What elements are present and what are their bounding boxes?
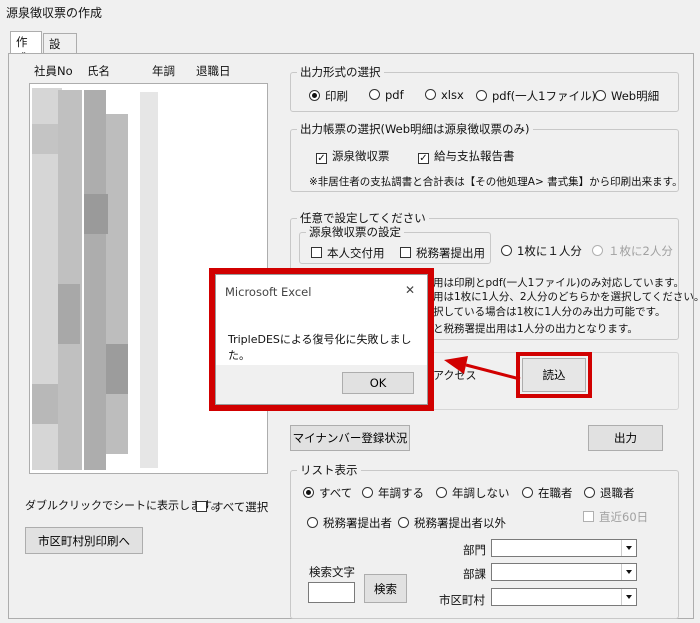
one-per-sheet-radio[interactable]: 1枚に１人分 bbox=[501, 243, 582, 259]
radio-dot bbox=[436, 487, 447, 498]
optional-note-4: と税務署提出用は1人分の出力となります。 bbox=[433, 323, 638, 335]
header-employee-no: 社員No bbox=[34, 64, 73, 78]
chevron-down-icon[interactable] bbox=[621, 564, 636, 580]
error-dialog: Microsoft Excel ✕ TripleDESによる復号化に失敗しました… bbox=[215, 274, 428, 405]
header-year-end: 年調 bbox=[152, 64, 175, 78]
select-all-label: すべて選択 bbox=[212, 500, 269, 514]
city-print-button[interactable]: 市区町村別印刷へ bbox=[25, 527, 143, 554]
header-name: 氏名 bbox=[87, 64, 110, 78]
section-label: 部課 bbox=[463, 567, 486, 581]
tab-create[interactable]: 作成 bbox=[10, 31, 42, 65]
radio-dot bbox=[309, 90, 320, 101]
tax-office-checkbox[interactable]: 税務署提出用 bbox=[400, 245, 485, 261]
close-icon[interactable]: ✕ bbox=[405, 283, 415, 297]
format-label: pdf(一人1ファイル) bbox=[492, 89, 596, 103]
filter-tax-submitter-radio[interactable]: 税務署提出者 bbox=[307, 515, 392, 531]
dialog-message: TripleDESによる復号化に失敗しました。 bbox=[228, 333, 412, 362]
filter-no-nencho-radio[interactable]: 年調しない bbox=[436, 485, 510, 501]
optional-note-2: 用は1枚に1人分、2人分のどちらかを選択してください。 bbox=[433, 291, 700, 303]
checkbox-box bbox=[583, 511, 594, 522]
filter-label: 年調しない bbox=[452, 486, 510, 500]
dept-label: 部門 bbox=[463, 543, 486, 557]
city-label: 市区町村 bbox=[439, 593, 485, 607]
search-button[interactable]: 検索 bbox=[364, 574, 407, 603]
format-pdf-radio[interactable]: pdf bbox=[369, 88, 404, 102]
annotation-arrow bbox=[444, 356, 521, 381]
filter-retired-radio[interactable]: 退職者 bbox=[584, 485, 635, 501]
two-per-sheet-radio: １枚に2人分 bbox=[592, 243, 673, 259]
select-all-checkbox[interactable]: すべて選択 bbox=[196, 499, 268, 515]
radio-dot bbox=[501, 245, 512, 256]
report-gensen-checkbox[interactable]: ✓ 源泉徴収票 bbox=[316, 148, 390, 164]
mynumber-status-button[interactable]: マイナンバー登録状況 bbox=[290, 425, 410, 451]
format-label: pdf bbox=[385, 88, 404, 102]
header-retire-date: 退職日 bbox=[196, 64, 231, 78]
check-icon: ✓ bbox=[316, 153, 327, 164]
filter-label: 在職者 bbox=[538, 486, 573, 500]
report-label: 給与支払報告書 bbox=[434, 149, 515, 163]
radio-dot bbox=[592, 245, 603, 256]
format-web-radio[interactable]: Web明細 bbox=[595, 88, 659, 104]
checkbox-box[interactable] bbox=[196, 501, 207, 512]
per-sheet-label: １枚に2人分 bbox=[608, 244, 673, 258]
search-input[interactable] bbox=[308, 582, 355, 603]
format-print-radio[interactable]: 印刷 bbox=[309, 88, 348, 104]
chevron-down-icon[interactable] bbox=[621, 540, 636, 556]
search-label: 検索文字 bbox=[309, 565, 355, 579]
format-pdf-each-radio[interactable]: pdf(一人1ファイル) bbox=[476, 88, 596, 104]
check-label: 本人交付用 bbox=[327, 246, 385, 260]
filter-label: 退職者 bbox=[600, 486, 635, 500]
radio-dot bbox=[369, 89, 380, 100]
dialog-ok-button[interactable]: OK bbox=[342, 372, 414, 394]
format-label: Web明細 bbox=[611, 89, 660, 103]
report-kyuyo-checkbox[interactable]: ✓ 給与支払報告書 bbox=[418, 148, 515, 164]
report-type-legend: 出力帳票の選択(Web明細は源泉徴収票のみ) bbox=[300, 122, 530, 136]
tab-settings[interactable]: 設定 bbox=[43, 33, 77, 67]
optional-note-1: 用は印刷とpdf(一人1ファイル)のみ対応しています。 bbox=[433, 277, 685, 289]
radio-dot bbox=[584, 487, 595, 498]
format-label: xlsx bbox=[441, 88, 464, 102]
filter-employed-radio[interactable]: 在職者 bbox=[522, 485, 573, 501]
check-label: 税務署提出用 bbox=[416, 246, 485, 260]
radio-dot bbox=[476, 90, 487, 101]
window-title: 源泉徴収票の作成 bbox=[6, 6, 103, 20]
check-icon: ✓ bbox=[418, 153, 429, 164]
radio-dot bbox=[307, 517, 318, 528]
report-label: 源泉徴収票 bbox=[332, 149, 390, 163]
list-hint: ダブルクリックでシートに表示します。 bbox=[25, 499, 222, 512]
dept-combo[interactable] bbox=[491, 539, 637, 557]
filter-label: すべて bbox=[319, 486, 353, 500]
output-format-legend: 出力形式の選択 bbox=[300, 65, 381, 79]
optional-note-3: 択している場合は1枚に1人分のみ出力可能です。 bbox=[433, 306, 666, 318]
checkbox-box[interactable] bbox=[311, 247, 322, 258]
radio-dot bbox=[303, 487, 314, 498]
filter-nencho-radio[interactable]: 年調する bbox=[362, 485, 424, 501]
section-combo[interactable] bbox=[491, 563, 637, 581]
radio-dot bbox=[595, 90, 606, 101]
city-combo[interactable] bbox=[491, 588, 637, 606]
filter-label: 年調する bbox=[378, 486, 424, 500]
output-button[interactable]: 出力 bbox=[588, 425, 663, 451]
format-xlsx-radio[interactable]: xlsx bbox=[425, 88, 464, 102]
radio-dot bbox=[522, 487, 533, 498]
chevron-down-icon[interactable] bbox=[621, 589, 636, 605]
gensen-settings-legend: 源泉徴収票の設定 bbox=[309, 225, 401, 239]
radio-dot bbox=[425, 89, 436, 100]
radio-dot bbox=[362, 487, 373, 498]
read-button[interactable]: 読込 bbox=[522, 358, 586, 392]
per-sheet-label: 1枚に１人分 bbox=[517, 244, 582, 258]
radio-dot bbox=[398, 517, 409, 528]
recent-60-checkbox: 直近60日 bbox=[583, 509, 648, 525]
format-label: 印刷 bbox=[325, 89, 348, 103]
self-copy-checkbox[interactable]: 本人交付用 bbox=[311, 245, 385, 261]
report-note: ※非居住者の支払調書と合計表は【その他処理A> 書式集】から印刷出来ます。 bbox=[309, 176, 683, 188]
dialog-title: Microsoft Excel bbox=[225, 285, 312, 299]
list-display-legend: リスト表示 bbox=[300, 463, 358, 477]
checkbox-box[interactable] bbox=[400, 247, 411, 258]
filter-label: 税務署提出者以外 bbox=[414, 516, 506, 530]
filter-non-submitter-radio[interactable]: 税務署提出者以外 bbox=[398, 515, 506, 531]
filter-label: 税務署提出者 bbox=[323, 516, 392, 530]
filter-all-radio[interactable]: すべて bbox=[303, 485, 352, 501]
recent-label: 直近60日 bbox=[599, 510, 649, 524]
